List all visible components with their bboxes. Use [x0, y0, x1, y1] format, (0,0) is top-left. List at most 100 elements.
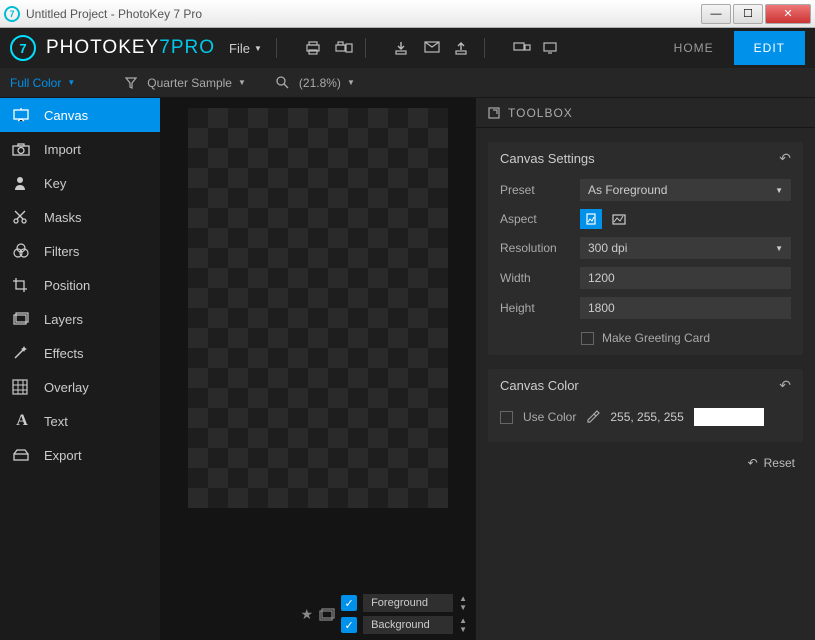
options-bar: Full Color▼ Quarter Sample▼ (21.8%)▼ [0, 68, 815, 98]
color-mode-dropdown[interactable]: Full Color▼ [10, 76, 75, 90]
monitor-icon[interactable] [543, 42, 559, 54]
eyedropper-icon[interactable] [586, 410, 600, 424]
zoom-icon[interactable] [276, 76, 289, 89]
fg-down-icon[interactable]: ▼ [459, 603, 467, 612]
preset-dropdown[interactable]: As Foreground▼ [580, 179, 791, 201]
upload-icon[interactable] [454, 41, 470, 55]
bg-up-icon[interactable]: ▲ [459, 616, 467, 625]
canvas-settings-title: Canvas Settings [500, 151, 595, 166]
brand-bar: 7 PHOTOKEY7PRO File▼ HOM [0, 28, 815, 68]
sidebar-item-label: Effects [44, 346, 84, 361]
sidebar-item-export[interactable]: Export [0, 438, 160, 472]
canvas-area: ★ ✓ Foreground ▲▼ ✓ Background ▲▼ [160, 98, 475, 640]
sidebar-item-label: Position [44, 278, 90, 293]
canvas-color-title: Canvas Color [500, 378, 579, 393]
tab-home[interactable]: HOME [654, 31, 734, 65]
height-input[interactable]: 1800 [580, 297, 791, 319]
width-label: Width [500, 271, 570, 285]
canvas-icon [12, 108, 32, 122]
layer-row-background: ✓ Background ▲▼ [341, 616, 467, 634]
save-icon[interactable] [394, 41, 410, 55]
sidebar-item-canvas[interactable]: Canvas [0, 98, 160, 132]
layer-row-foreground: ✓ Foreground ▲▼ [341, 594, 467, 612]
sidebar-item-label: Key [44, 176, 66, 191]
sidebar: Canvas Import Key Masks Filters Position… [0, 98, 160, 640]
background-checkbox[interactable]: ✓ [341, 617, 357, 633]
sidebar-item-label: Masks [44, 210, 82, 225]
crop-icon [12, 277, 32, 293]
batch-print-icon[interactable] [335, 41, 351, 55]
filter-icon[interactable] [125, 77, 137, 89]
email-icon[interactable] [424, 41, 440, 55]
toolbox-panel: TOOLBOX Canvas Settings ↶ Preset As Fore… [475, 98, 815, 640]
preset-label: Preset [500, 183, 570, 197]
foreground-label[interactable]: Foreground [363, 594, 453, 612]
camera-icon [12, 143, 32, 156]
zoom-dropdown[interactable]: (21.8%)▼ [299, 76, 355, 90]
app-icon: 7 [4, 6, 20, 22]
brand-logo-icon: 7 [10, 35, 36, 61]
fg-up-icon[interactable]: ▲ [459, 594, 467, 603]
titlebar: 7 Untitled Project - PhotoKey 7 Pro — ☐ … [0, 0, 815, 28]
person-icon [12, 175, 32, 191]
sidebar-item-key[interactable]: Key [0, 166, 160, 200]
color-value: 255, 255, 255 [610, 410, 683, 424]
text-icon: A [12, 412, 32, 430]
sidebar-item-label: Canvas [44, 108, 88, 123]
color-swatch[interactable] [694, 408, 764, 426]
maximize-button[interactable]: ☐ [733, 4, 763, 24]
use-color-label: Use Color [523, 410, 576, 424]
wand-icon [12, 345, 32, 361]
sidebar-item-text[interactable]: A Text [0, 404, 160, 438]
foreground-checkbox[interactable]: ✓ [341, 595, 357, 611]
scissors-icon [12, 209, 32, 225]
reset-button[interactable]: ↶ Reset [476, 442, 815, 484]
expand-icon[interactable] [488, 107, 500, 119]
file-menu[interactable]: File▼ [229, 41, 262, 56]
sidebar-item-label: Layers [44, 312, 83, 327]
greeting-label: Make Greeting Card [602, 331, 710, 345]
canvas-color-section: Canvas Color ↶ Use Color 255, 255, 255 [488, 369, 803, 442]
canvas-checkerboard[interactable] [188, 108, 448, 508]
brand-text: PHOTOKEY7PRO [46, 37, 215, 59]
tab-edit[interactable]: EDIT [734, 31, 805, 65]
sidebar-item-overlay[interactable]: Overlay [0, 370, 160, 404]
star-icon[interactable]: ★ [301, 606, 314, 623]
sidebar-item-layers[interactable]: Layers [0, 302, 160, 336]
venn-icon [12, 243, 32, 259]
layers-icon [12, 312, 32, 326]
sidebar-item-label: Filters [44, 244, 79, 259]
grid-icon [12, 379, 32, 395]
aspect-label: Aspect [500, 212, 570, 226]
revert-icon[interactable]: ↶ [779, 150, 791, 167]
canvas-settings-section: Canvas Settings ↶ Preset As Foreground▼ … [488, 142, 803, 355]
sidebar-item-masks[interactable]: Masks [0, 200, 160, 234]
greeting-checkbox[interactable] [581, 332, 594, 345]
reset-icon: ↶ [748, 456, 758, 470]
sidebar-item-import[interactable]: Import [0, 132, 160, 166]
window-title: Untitled Project - PhotoKey 7 Pro [26, 7, 699, 21]
images-icon[interactable] [319, 608, 335, 621]
sidebar-item-position[interactable]: Position [0, 268, 160, 302]
background-label[interactable]: Background [363, 616, 453, 634]
sidebar-item-label: Text [44, 414, 68, 429]
sidebar-item-label: Export [44, 448, 82, 463]
screens-icon[interactable] [513, 42, 529, 54]
sidebar-item-label: Overlay [44, 380, 89, 395]
sidebar-item-label: Import [44, 142, 81, 157]
close-button[interactable]: ✕ [765, 4, 811, 24]
sidebar-item-effects[interactable]: Effects [0, 336, 160, 370]
resolution-dropdown[interactable]: 300 dpi▼ [580, 237, 791, 259]
sample-dropdown[interactable]: Quarter Sample▼ [147, 76, 246, 90]
minimize-button[interactable]: — [701, 4, 731, 24]
width-input[interactable]: 1200 [580, 267, 791, 289]
print-icon[interactable] [305, 41, 321, 55]
use-color-checkbox[interactable] [500, 411, 513, 424]
bg-down-icon[interactable]: ▼ [459, 625, 467, 634]
aspect-landscape-button[interactable] [608, 209, 630, 229]
export-icon [12, 449, 32, 461]
toolbox-title: TOOLBOX [508, 106, 573, 120]
color-revert-icon[interactable]: ↶ [779, 377, 791, 394]
aspect-portrait-button[interactable] [580, 209, 602, 229]
sidebar-item-filters[interactable]: Filters [0, 234, 160, 268]
